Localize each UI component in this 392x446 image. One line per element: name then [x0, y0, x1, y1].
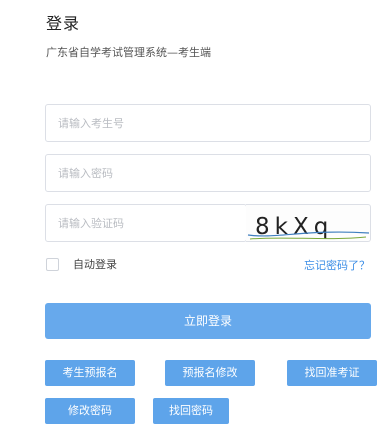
- username-field: [45, 104, 371, 142]
- captcha-input[interactable]: [46, 205, 246, 241]
- pre-register-button[interactable]: 考生预报名: [45, 360, 135, 386]
- username-input[interactable]: [46, 105, 370, 141]
- auto-login-toggle[interactable]: 自动登录: [46, 256, 117, 272]
- recover-password-button[interactable]: 找回密码: [153, 398, 229, 424]
- system-subtitle: 广东省自学考试管理系统—考生端: [46, 46, 211, 59]
- password-input[interactable]: [46, 155, 370, 191]
- edit-pre-register-button[interactable]: 预报名修改: [165, 360, 255, 386]
- forgot-password-link[interactable]: 忘记密码了？: [304, 257, 370, 273]
- auto-login-checkbox[interactable]: [46, 257, 59, 271]
- password-field: [45, 154, 371, 192]
- recover-admission-number-button[interactable]: 找回准考证: [287, 360, 377, 386]
- captcha-field: [45, 204, 247, 242]
- auto-login-label: 自动登录: [73, 258, 117, 271]
- change-password-button[interactable]: 修改密码: [45, 398, 135, 424]
- login-button[interactable]: 立即登录: [45, 303, 371, 339]
- captcha-image[interactable]: 8kXq: [246, 204, 371, 242]
- captcha-graphic: 8kXq: [247, 214, 370, 240]
- page-title: 登录: [46, 14, 81, 33]
